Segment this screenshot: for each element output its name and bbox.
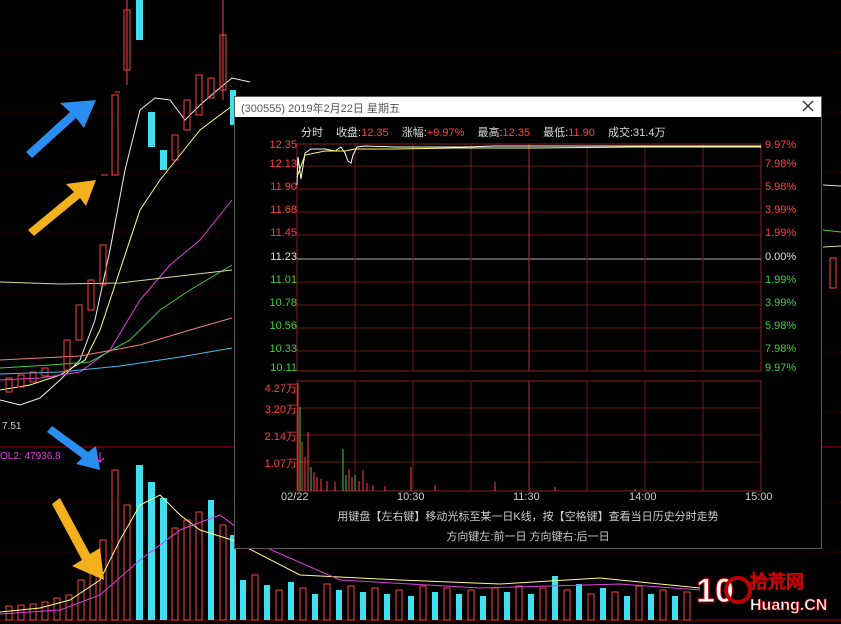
percent-tick: 1.99% [765,274,797,286]
time-tick: 10:30 [397,491,425,503]
percent-tick: 3.99% [765,297,797,309]
ma-line-white [0,77,251,406]
time-tick: 15:00 [745,491,773,503]
intraday-chart [296,143,762,492]
percent-tick: 1.99% [765,227,797,239]
keyboard-hint: 用键盘【左右键】移动光标至某一日K线，按【空格键】查看当日历史分时走势 [337,511,719,523]
price-tick: 10.33 [269,343,297,355]
price-tick: 10.11 [270,362,297,374]
volume-tick: 3.20万 [264,404,297,416]
watermark-domain: Huang.CN [750,597,827,614]
price-tick: 11.45 [270,227,297,239]
price-tick: 12.35 [269,139,297,151]
price-tick: 11.23 [270,251,297,263]
percent-tick: 9.97% [765,362,797,374]
volume-tick: 4.27万 [264,383,297,395]
intraday-volume-bars [297,383,636,491]
volume-grid [296,380,762,492]
blue-arrow-icon [26,100,96,158]
intraday-popup: (300555) 2019年2月22日 星期五 分时 收盘:12.35 涨幅:+… [234,96,822,549]
orange-arrow-icon [28,180,96,236]
candles-cyan [136,0,236,170]
price-label: 7.51 [2,421,22,432]
percent-tick: 7.98% [765,343,797,355]
percent-tick: 5.98% [765,181,797,193]
percent-tick: 7.98% [765,158,797,170]
right-ma-lines-2 [822,245,841,248]
price-tick: 10.56 [269,320,297,332]
orange-arrow-down-icon [52,498,104,580]
price-tick: 11.01 [270,274,297,286]
volume-tick: 2.14万 [264,431,297,443]
percent-tick: 0.00% [765,251,797,263]
watermark-brand: 拾荒网 [750,571,804,593]
price-tick: 11.90 [270,181,297,193]
percent-tick: 5.98% [765,320,797,332]
right-candle [829,257,837,289]
time-tick: 11:30 [513,491,540,503]
watermark-logo: 10 拾荒网 Huang.CN [696,571,828,615]
time-tick: 02/22 [281,491,309,503]
navigation-hint: 方向键左:前一日 方向键右:后一日 [446,531,610,543]
time-tick: 14:00 [629,491,657,503]
volume-tick: 1.07万 [264,458,297,470]
volume-indicator-label: OL2: 47936.8 [0,451,61,462]
candles [5,0,227,393]
price-grid [296,143,762,372]
percent-tick: 3.99% [765,204,797,216]
price-tick: 11.68 [270,204,297,216]
watermark-number: 10 [696,572,734,610]
price-tick: 12.13 [269,158,297,170]
price-tick: 10.78 [269,297,297,309]
percent-tick: 9.97% [765,139,797,151]
right-ma-lines-3 [822,184,841,187]
blue-arrow-down-icon [47,426,100,470]
